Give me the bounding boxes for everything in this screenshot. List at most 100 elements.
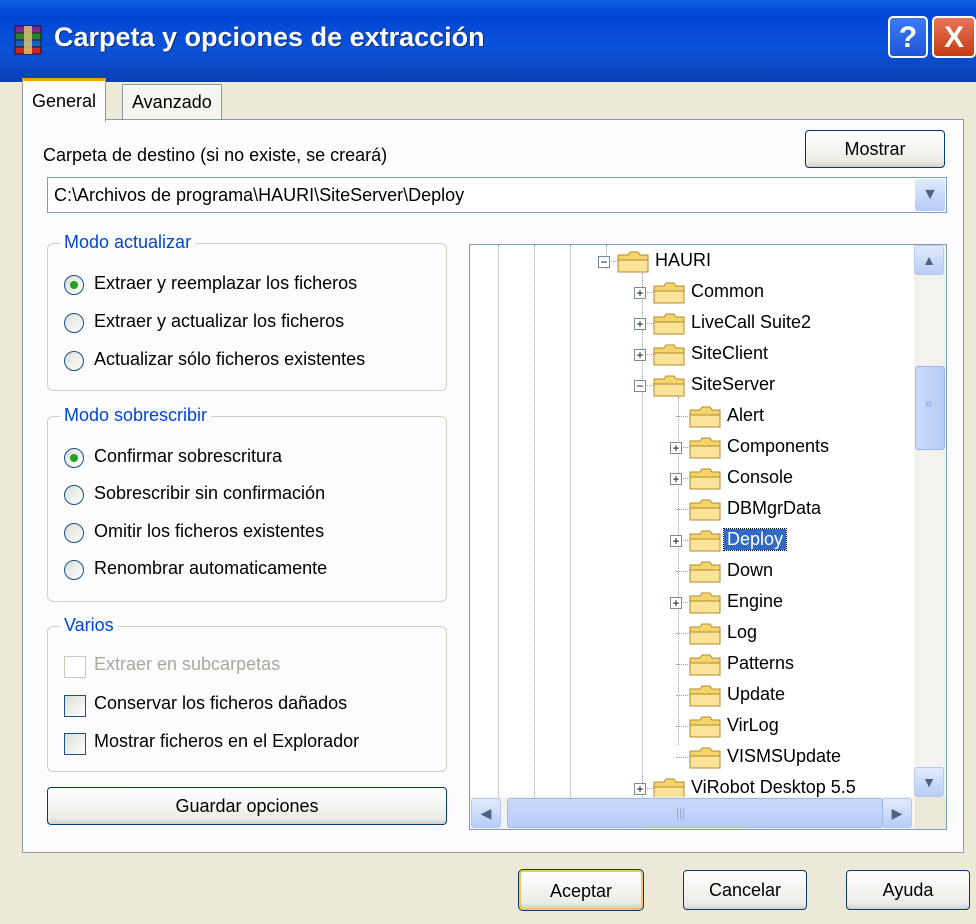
tree-node[interactable]: + Engine (470, 589, 910, 617)
folder-icon (689, 530, 721, 552)
tree-node[interactable]: + SiteClient (470, 341, 910, 369)
tree-node-label: Console (727, 467, 794, 487)
expand-icon[interactable]: + (670, 442, 682, 454)
tree-node[interactable]: + LiveCall Suite2 (470, 310, 910, 338)
folder-icon (689, 406, 721, 428)
help-button[interactable]: Ayuda (846, 870, 970, 910)
vertical-scroll-thumb[interactable]: ≡ (915, 366, 945, 450)
tree-node-label: Alert (727, 405, 765, 425)
destination-path-combo[interactable]: C:\Archivos de programa\HAURI\SiteServer… (47, 177, 947, 213)
collapse-icon[interactable]: − (598, 256, 610, 268)
folder-icon (689, 561, 721, 583)
tree-node[interactable]: VirLog (470, 713, 910, 741)
tree-node[interactable]: + Deploy (470, 527, 910, 555)
help-title-button[interactable]: ? (888, 16, 928, 58)
tree-node-label: Deploy (722, 528, 788, 551)
tree-node[interactable]: Update (470, 682, 910, 710)
winrar-books-icon (14, 25, 42, 55)
destination-label: Carpeta de destino (si no existe, se cre… (43, 145, 388, 165)
expand-icon[interactable]: + (634, 783, 646, 795)
radio-button[interactable] (64, 313, 84, 333)
show-button[interactable]: Mostrar (805, 130, 945, 168)
tree-node-label: LiveCall Suite2 (691, 312, 812, 332)
tree-node-label: ViRobot Desktop 5.5 (691, 777, 856, 797)
ok-button[interactable]: Aceptar (518, 869, 644, 911)
destination-path-value: C:\Archivos de programa\HAURI\SiteServer… (54, 185, 465, 205)
radio-button[interactable] (64, 560, 84, 580)
expand-icon[interactable]: + (634, 349, 646, 361)
tree-node[interactable]: Log (470, 620, 910, 648)
tree-node[interactable]: − HAURI (470, 248, 910, 276)
radio-label: Actualizar sólo ficheros existentes (94, 349, 366, 369)
update-mode-title: Modo actualizar (60, 232, 196, 253)
tree-node[interactable]: + Common (470, 279, 910, 307)
tree-node-label: Down (727, 560, 774, 580)
save-options-button[interactable]: Guardar opciones (47, 787, 447, 825)
tab-general[interactable]: General (22, 78, 107, 122)
cancel-button[interactable]: Cancelar (683, 870, 807, 910)
folder-icon (689, 685, 721, 707)
close-button[interactable]: X (932, 16, 976, 58)
tree-node-label: Update (727, 684, 786, 704)
tree-node-label: Log (727, 622, 758, 642)
radio-label: Confirmar sobrescritura (94, 446, 283, 466)
tree-node-label: HAURI (655, 250, 712, 270)
tree-node[interactable]: + Console (470, 465, 910, 493)
tree-node[interactable]: DBMgrData (470, 496, 910, 524)
tree-node[interactable]: Down (470, 558, 910, 586)
tree-node-label: Engine (727, 591, 784, 611)
overwrite-mode-group: Modo sobrescribir Confirmar sobrescritur… (47, 405, 447, 602)
folder-icon (689, 747, 721, 769)
scroll-down-button[interactable]: ▼ (914, 767, 944, 797)
radio-button[interactable] (64, 351, 84, 371)
tree-node-label: Patterns (727, 653, 795, 673)
radio-button[interactable] (64, 523, 84, 543)
grip-icon: ≡ (925, 397, 933, 411)
scroll-right-button[interactable]: ▶ (882, 798, 912, 828)
folder-icon (689, 592, 721, 614)
folder-icon (689, 716, 721, 738)
folder-icon (653, 344, 685, 366)
radio-label: Renombrar automaticamente (94, 558, 328, 578)
folder-icon (689, 623, 721, 645)
expand-icon[interactable]: + (670, 473, 682, 485)
title-bar[interactable]: Carpeta y opciones de extracción ? X (0, 0, 976, 82)
collapse-icon[interactable]: − (634, 380, 646, 392)
tab-avanzado[interactable]: Avanzado (122, 84, 222, 120)
tree-node-label: VirLog (727, 715, 779, 735)
tree-node-label: SiteServer (691, 374, 776, 394)
radio-button[interactable] (64, 448, 84, 468)
radio-button[interactable] (64, 485, 84, 505)
tree-node[interactable]: Alert (470, 403, 910, 431)
extraction-dialog: Carpeta y opciones de extracción ? X Gen… (0, 0, 976, 924)
expand-icon[interactable]: + (670, 535, 682, 547)
grip-icon: ||| (676, 806, 686, 820)
chevron-down-icon[interactable]: ▼ (915, 179, 945, 211)
scroll-left-button[interactable]: ◀ (471, 798, 501, 828)
scroll-up-button[interactable]: ▲ (914, 245, 944, 275)
expand-icon[interactable]: + (634, 287, 646, 299)
folder-icon (653, 282, 685, 304)
checkbox[interactable] (64, 695, 86, 717)
expand-icon[interactable]: + (634, 318, 646, 330)
tree-node-label: DBMgrData (727, 498, 822, 518)
update-mode-group: Modo actualizar Extraer y reemplazar los… (47, 232, 447, 391)
radio-label: Omitir los ficheros existentes (94, 521, 325, 541)
tree-node[interactable]: Patterns (470, 651, 910, 679)
tree-node-label: VISMSUpdate (727, 746, 842, 766)
folder-tree[interactable]: − HAURI + Common + LiveCall Suite2 + SiteClient… (469, 244, 947, 830)
folder-icon (617, 251, 649, 273)
tree-node[interactable]: VISMSUpdate (470, 744, 910, 772)
tree-node-label: Common (691, 281, 765, 301)
radio-button[interactable] (64, 275, 84, 295)
tree-node-label: SiteClient (691, 343, 769, 363)
tree-node[interactable]: − SiteServer (470, 372, 910, 400)
horizontal-scroll-thumb[interactable]: ||| (507, 798, 883, 828)
folder-icon (689, 437, 721, 459)
checkbox[interactable] (64, 733, 86, 755)
expand-icon[interactable]: + (670, 597, 682, 609)
tree-vertical-scrollbar[interactable]: ▲ ▼ (914, 245, 946, 797)
tree-node[interactable]: + Components (470, 434, 910, 462)
overwrite-mode-title: Modo sobrescribir (60, 405, 212, 426)
folder-icon (653, 313, 685, 335)
